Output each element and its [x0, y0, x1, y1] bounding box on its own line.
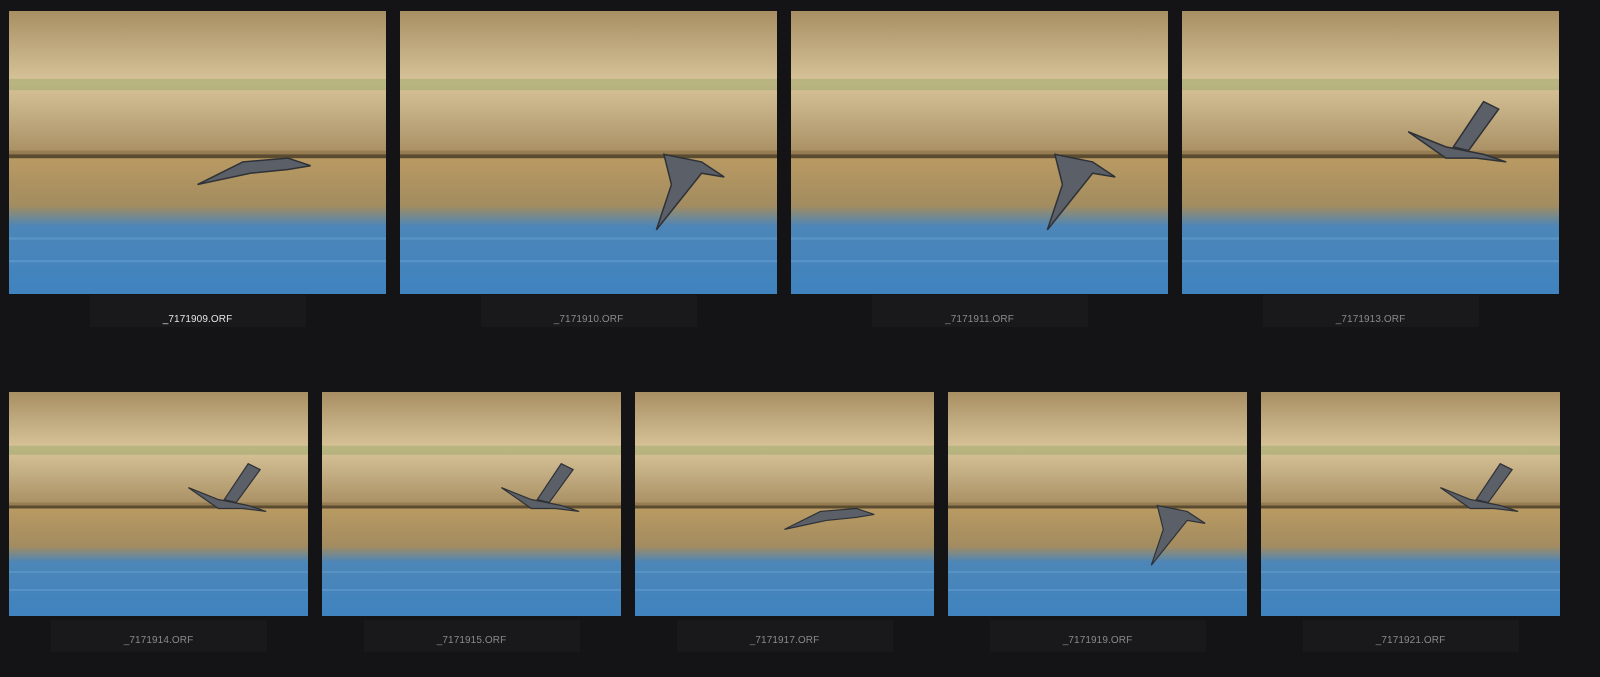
photo-thumbnail[interactable]	[322, 392, 621, 616]
thumbnail-cell[interactable]: _7171910.ORF	[400, 11, 777, 331]
thumbnail-cell[interactable]: _7171909.ORF	[9, 11, 386, 331]
photo-thumbnail[interactable]	[1261, 392, 1560, 616]
filmstrip-grid: _7171909.ORF _7171910.ORF _7171911.ORF _…	[0, 0, 1600, 677]
filename-label: _7171914.ORF	[123, 635, 194, 646]
photo-image	[1261, 392, 1560, 616]
thumbnail-cell[interactable]: _7171915.ORF	[322, 392, 621, 662]
photo-thumbnail[interactable]	[948, 392, 1247, 616]
thumbnail-cell[interactable]: _7171919.ORF	[948, 392, 1247, 662]
photo-image	[400, 11, 777, 294]
scrollbar-track[interactable]	[1594, 0, 1600, 677]
filename-label: _7171915.ORF	[436, 635, 507, 646]
photo-image	[1182, 11, 1559, 294]
thumbnail-cell[interactable]: _7171911.ORF	[791, 11, 1168, 331]
photo-thumbnail[interactable]	[9, 392, 308, 616]
photo-image	[9, 11, 386, 294]
photo-thumbnail[interactable]	[400, 11, 777, 294]
filename-label: _7171919.ORF	[1062, 635, 1133, 646]
filename-label: _7171913.ORF	[1335, 314, 1406, 325]
filename-label: _7171910.ORF	[553, 314, 624, 325]
photo-image	[9, 392, 308, 616]
filename-label: _7171917.ORF	[749, 635, 820, 646]
photo-thumbnail[interactable]	[9, 11, 386, 294]
thumbnail-cell[interactable]: _7171913.ORF	[1182, 11, 1559, 331]
photo-thumbnail[interactable]	[1182, 11, 1559, 294]
thumbnail-cell[interactable]: _7171921.ORF	[1261, 392, 1560, 662]
thumbnail-cell[interactable]: _7171914.ORF	[9, 392, 308, 662]
photo-image	[948, 392, 1247, 616]
photo-image	[791, 11, 1168, 294]
photo-image	[322, 392, 621, 616]
thumbnail-cell[interactable]: _7171917.ORF	[635, 392, 934, 662]
photo-thumbnail[interactable]	[635, 392, 934, 616]
filename-label: _7171921.ORF	[1375, 635, 1446, 646]
photo-thumbnail[interactable]	[791, 11, 1168, 294]
photo-image	[635, 392, 934, 616]
filename-label: _7171909.ORF	[162, 314, 233, 325]
filename-label: _7171911.ORF	[945, 314, 1014, 325]
